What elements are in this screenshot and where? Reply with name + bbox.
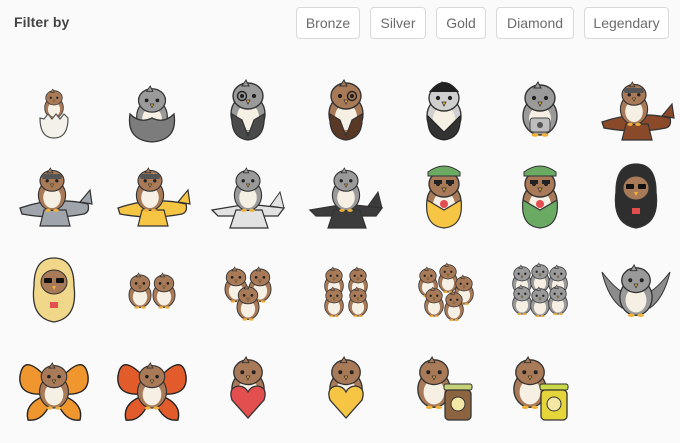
flying-owl-gray-icon <box>601 264 671 318</box>
sticker-jet-owl-black[interactable] <box>306 152 386 234</box>
hoodie-owl-black-icon <box>614 163 658 229</box>
owl-crowd-gray-icon <box>512 262 568 318</box>
sticker-flying-owl-gray[interactable] <box>596 246 676 328</box>
sticker-butterfly-owl-red[interactable] <box>112 344 192 426</box>
owl-quad-icon <box>324 266 368 318</box>
sticker-tropical-owl-yellow[interactable] <box>404 152 484 234</box>
pilot-owl-yellow-plane-icon <box>117 167 191 227</box>
jet-owl-black-icon <box>308 167 384 229</box>
sticker-heart-owl-yellow[interactable] <box>306 344 386 426</box>
owl-pair-icon <box>128 272 176 309</box>
sticker-heart-owl-red[interactable] <box>208 344 288 426</box>
sticker-owl-trio[interactable] <box>208 246 288 328</box>
sticker-bw-beanie-owl[interactable] <box>404 66 484 148</box>
sticker-owl-quad[interactable] <box>306 246 386 328</box>
sticker-monocle-owl[interactable] <box>306 66 386 148</box>
sticker-blanket-owl[interactable] <box>112 66 192 148</box>
sticker-pilot-owl-brown-plane[interactable] <box>596 66 676 148</box>
bw-beanie-owl-icon <box>426 81 462 141</box>
tropical-owl-green-icon <box>522 165 558 229</box>
suit-owl-gray-icon <box>230 79 266 141</box>
butterfly-owl-red-icon <box>117 362 187 421</box>
owl-trio-icon <box>224 266 272 321</box>
sticker-hoodie-owl-yellow[interactable] <box>14 246 94 328</box>
sticker-jar-owl-brown[interactable] <box>404 344 484 426</box>
robot-owl-icon <box>522 81 558 137</box>
sticker-owl-group-five[interactable] <box>404 246 484 328</box>
pilot-owl-gray-plane-icon <box>19 167 93 227</box>
pilot-owl-brown-plane-icon <box>601 81 675 141</box>
blanket-owl-icon <box>128 85 176 143</box>
jar-owl-brown-icon <box>417 356 473 421</box>
heart-owl-red-icon <box>230 356 266 419</box>
monocle-owl-icon <box>328 79 364 141</box>
sticker-tropical-owl-green[interactable] <box>500 152 580 234</box>
sticker-grid <box>0 0 680 443</box>
hoodie-owl-yellow-icon <box>32 257 76 323</box>
sticker-hoodie-owl-black[interactable] <box>596 152 676 234</box>
butterfly-owl-orange-icon <box>19 362 89 421</box>
heart-owl-yellow-icon <box>328 356 364 419</box>
sticker-jar-owl-yellow[interactable] <box>500 344 580 426</box>
sticker-robot-owl[interactable] <box>500 66 580 148</box>
tropical-owl-yellow-icon <box>426 165 462 229</box>
sticker-suit-owl-gray[interactable] <box>208 66 288 148</box>
sticker-pilot-owl-gray-plane[interactable] <box>14 152 94 234</box>
sticker-butterfly-owl-orange[interactable] <box>14 344 94 426</box>
sticker-pilot-owl-yellow-plane[interactable] <box>112 152 192 234</box>
jet-owl-white-icon <box>210 167 286 229</box>
egg-chick-icon <box>39 88 69 139</box>
sticker-owl-crowd-gray[interactable] <box>500 246 580 328</box>
owl-group-five-icon <box>418 262 474 322</box>
jar-owl-yellow-icon <box>513 356 569 421</box>
sticker-jet-owl-white[interactable] <box>208 152 288 234</box>
sticker-egg-chick[interactable] <box>14 66 94 148</box>
sticker-owl-pair[interactable] <box>112 246 192 328</box>
